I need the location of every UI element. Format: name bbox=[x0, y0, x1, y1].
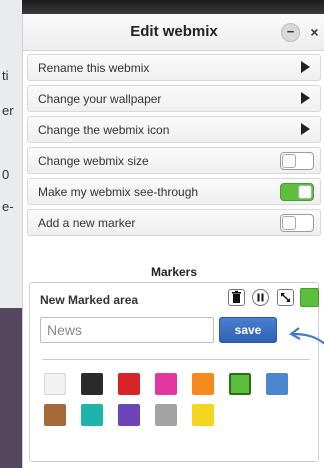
marked-area-title: New Marked area bbox=[40, 293, 139, 307]
chevron-right-icon bbox=[301, 92, 310, 104]
toggle-knob bbox=[282, 216, 296, 230]
color-swatch[interactable] bbox=[81, 404, 103, 426]
rename-webmix-item[interactable]: Rename this webmix bbox=[27, 54, 321, 81]
color-swatch[interactable] bbox=[118, 373, 140, 395]
panel-title: Edit webmix bbox=[130, 23, 218, 40]
pause-icon[interactable] bbox=[252, 289, 269, 306]
chevron-right-icon bbox=[301, 61, 310, 73]
pointer-arrow-icon bbox=[288, 327, 324, 345]
menu-item-label: Rename this webmix bbox=[38, 61, 150, 75]
add-marker-toggle[interactable] bbox=[280, 214, 314, 232]
background-text-fragment: er bbox=[2, 103, 14, 118]
menu-item-label: Change your wallpaper bbox=[38, 92, 162, 106]
save-button[interactable]: save bbox=[219, 317, 277, 343]
color-swatch[interactable] bbox=[155, 404, 177, 426]
menu-item-label: Add a new marker bbox=[38, 216, 136, 230]
background-dark-band bbox=[0, 308, 22, 468]
close-button[interactable]: × bbox=[305, 23, 324, 42]
color-swatch[interactable] bbox=[81, 373, 103, 395]
background-page: ti er 0 e- bbox=[0, 0, 22, 468]
top-bar-shadow bbox=[22, 0, 324, 14]
color-swatch[interactable] bbox=[227, 371, 253, 397]
toggle-knob bbox=[282, 154, 296, 168]
panel-header: Edit webmix − × bbox=[23, 14, 324, 51]
options-menu: Rename this webmix Change your wallpaper… bbox=[27, 54, 321, 240]
toggle-knob bbox=[298, 185, 312, 199]
divider bbox=[42, 359, 310, 360]
change-icon-item[interactable]: Change the webmix icon bbox=[27, 116, 321, 143]
color-swatch[interactable] bbox=[192, 373, 214, 395]
color-swatch[interactable] bbox=[44, 373, 66, 395]
trash-icon[interactable] bbox=[228, 289, 245, 306]
chevron-right-icon bbox=[301, 123, 310, 135]
marker-editor: New Marked area save bbox=[29, 282, 319, 462]
resize-icon[interactable] bbox=[277, 289, 294, 306]
background-text-fragment: 0 bbox=[2, 167, 10, 182]
menu-item-label: Make my webmix see-through bbox=[38, 185, 199, 199]
color-swatch[interactable] bbox=[118, 404, 140, 426]
size-toggle[interactable] bbox=[280, 152, 314, 170]
see-through-toggle[interactable] bbox=[280, 183, 314, 201]
marker-name-input[interactable] bbox=[40, 317, 214, 343]
color-swatch[interactable] bbox=[266, 373, 288, 395]
add-marker-item: Add a new marker bbox=[27, 209, 321, 236]
background-text-fragment: ti bbox=[2, 68, 9, 83]
menu-item-label: Change webmix size bbox=[38, 154, 149, 168]
color-swatch[interactable] bbox=[155, 373, 177, 395]
menu-item-label: Change the webmix icon bbox=[38, 123, 170, 137]
markers-heading: Markers bbox=[150, 265, 198, 279]
change-size-item: Change webmix size bbox=[27, 147, 321, 174]
current-marker-color[interactable] bbox=[300, 288, 319, 307]
color-swatch[interactable] bbox=[192, 404, 214, 426]
see-through-item: Make my webmix see-through bbox=[27, 178, 321, 205]
background-text-fragment: e- bbox=[2, 199, 14, 214]
change-wallpaper-item[interactable]: Change your wallpaper bbox=[27, 85, 321, 112]
minimize-button[interactable]: − bbox=[281, 23, 300, 42]
edit-webmix-panel: Edit webmix − × Rename this webmix Chang… bbox=[22, 14, 324, 468]
color-swatch[interactable] bbox=[44, 404, 66, 426]
